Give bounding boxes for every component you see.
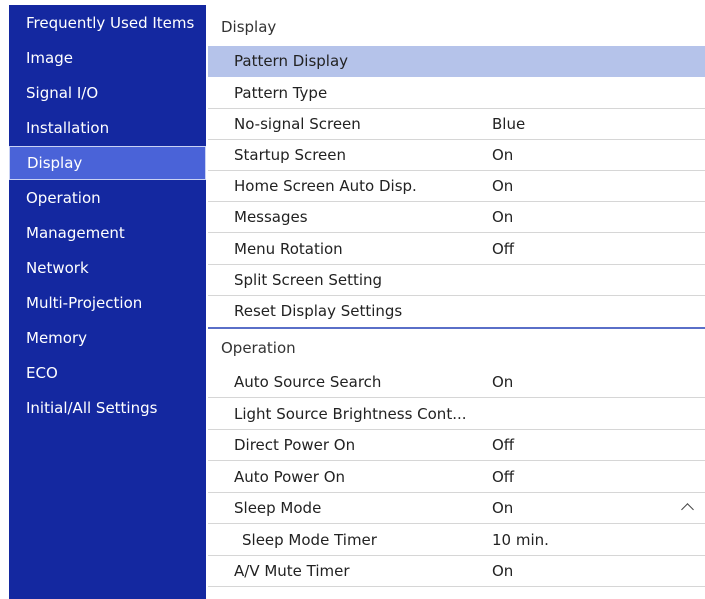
sidebar-item-frequently-used-items[interactable]: Frequently Used Items: [9, 7, 206, 39]
menu-row-home-screen-auto-disp[interactable]: Home Screen Auto Disp. On: [208, 171, 705, 202]
menu-sidebar: Frequently Used Items Image Signal I/O I…: [9, 5, 206, 599]
row-value: On: [492, 146, 514, 164]
row-label: Light Source Brightness Cont...: [234, 405, 467, 423]
sidebar-item-eco[interactable]: ECO: [9, 357, 206, 389]
row-label: Menu Rotation: [234, 240, 343, 258]
row-value: On: [492, 208, 514, 226]
row-value: On: [492, 499, 514, 517]
row-value: Blue: [492, 115, 526, 133]
sidebar-item-label: Display: [27, 154, 83, 172]
sidebar-item-display[interactable]: Display: [9, 146, 206, 180]
settings-panel: Display Pattern Display Pattern Type No-…: [208, 5, 705, 599]
sidebar-item-label: Multi-Projection: [26, 294, 143, 312]
row-label: A/V Mute Timer: [234, 562, 350, 580]
sidebar-item-memory[interactable]: Memory: [9, 322, 206, 354]
chevron-up-icon[interactable]: [678, 493, 696, 525]
sidebar-item-label: Frequently Used Items: [26, 14, 195, 32]
sidebar-item-operation[interactable]: Operation: [9, 182, 206, 214]
sidebar-item-signal-io[interactable]: Signal I/O: [9, 77, 206, 109]
menu-row-direct-power-on[interactable]: Direct Power On Off: [208, 430, 705, 461]
row-label: Home Screen Auto Disp.: [234, 177, 417, 195]
menu-row-av-mute-timer[interactable]: A/V Mute Timer On: [208, 556, 705, 587]
menu-row-auto-source-search[interactable]: Auto Source Search On: [208, 367, 705, 398]
menu-row-messages[interactable]: Messages On: [208, 202, 705, 233]
row-value: Off: [492, 240, 515, 258]
sidebar-item-label: Image: [26, 49, 73, 67]
sidebar-item-installation[interactable]: Installation: [9, 112, 206, 144]
row-label: Messages: [234, 208, 308, 226]
menu-row-light-source-brightness-control[interactable]: Light Source Brightness Cont...: [208, 399, 705, 430]
sidebar-item-label: Initial/All Settings: [26, 399, 158, 417]
row-label: Split Screen Setting: [234, 271, 383, 289]
row-label: No-signal Screen: [234, 115, 361, 133]
sidebar-item-image[interactable]: Image: [9, 42, 206, 74]
row-label: Auto Source Search: [234, 373, 382, 391]
sidebar-item-label: Installation: [26, 119, 110, 137]
menu-row-auto-power-on[interactable]: Auto Power On Off: [208, 462, 705, 493]
row-value: 10 min.: [492, 531, 549, 549]
sidebar-item-network[interactable]: Network: [9, 252, 206, 284]
sidebar-item-label: Memory: [26, 329, 88, 347]
row-value: On: [492, 177, 514, 195]
row-label: Direct Power On: [234, 436, 356, 454]
row-label: Pattern Type: [234, 84, 328, 102]
sidebar-item-label: Management: [26, 224, 125, 242]
row-value: Off: [492, 436, 515, 454]
sidebar-item-label: Signal I/O: [26, 84, 99, 102]
row-label: Pattern Display: [234, 52, 349, 70]
section-header-operation: Operation: [208, 327, 705, 365]
sidebar-item-label: Operation: [26, 189, 101, 207]
row-label: Startup Screen: [234, 146, 347, 164]
sidebar-item-multi-projection[interactable]: Multi-Projection: [9, 287, 206, 319]
section-header-display: Display: [221, 18, 277, 36]
menu-row-reset-display-settings[interactable]: Reset Display Settings: [208, 296, 705, 327]
row-value: On: [492, 562, 514, 580]
sidebar-item-label: ECO: [26, 364, 58, 382]
row-label: Sleep Mode Timer: [242, 531, 377, 549]
sidebar-item-initial-all-settings[interactable]: Initial/All Settings: [9, 392, 206, 424]
menu-row-menu-rotation[interactable]: Menu Rotation Off: [208, 234, 705, 265]
menu-row-pattern-display[interactable]: Pattern Display: [208, 46, 705, 77]
menu-row-pattern-type[interactable]: Pattern Type: [208, 78, 705, 109]
menu-row-startup-screen[interactable]: Startup Screen On: [208, 140, 705, 171]
row-label: Sleep Mode: [234, 499, 322, 517]
sidebar-item-management[interactable]: Management: [9, 217, 206, 249]
settings-menu: Frequently Used Items Image Signal I/O I…: [9, 5, 705, 599]
menu-row-sleep-mode[interactable]: Sleep Mode On: [208, 493, 705, 524]
row-value: On: [492, 373, 514, 391]
menu-row-split-screen-setting[interactable]: Split Screen Setting: [208, 265, 705, 296]
menu-row-sleep-mode-timer[interactable]: Sleep Mode Timer 10 min.: [208, 525, 705, 556]
menu-row-no-signal-screen[interactable]: No-signal Screen Blue: [208, 109, 705, 140]
row-value: Off: [492, 468, 515, 486]
row-label: Reset Display Settings: [234, 302, 403, 320]
sidebar-item-label: Network: [26, 259, 89, 277]
row-label: Auto Power On: [234, 468, 346, 486]
